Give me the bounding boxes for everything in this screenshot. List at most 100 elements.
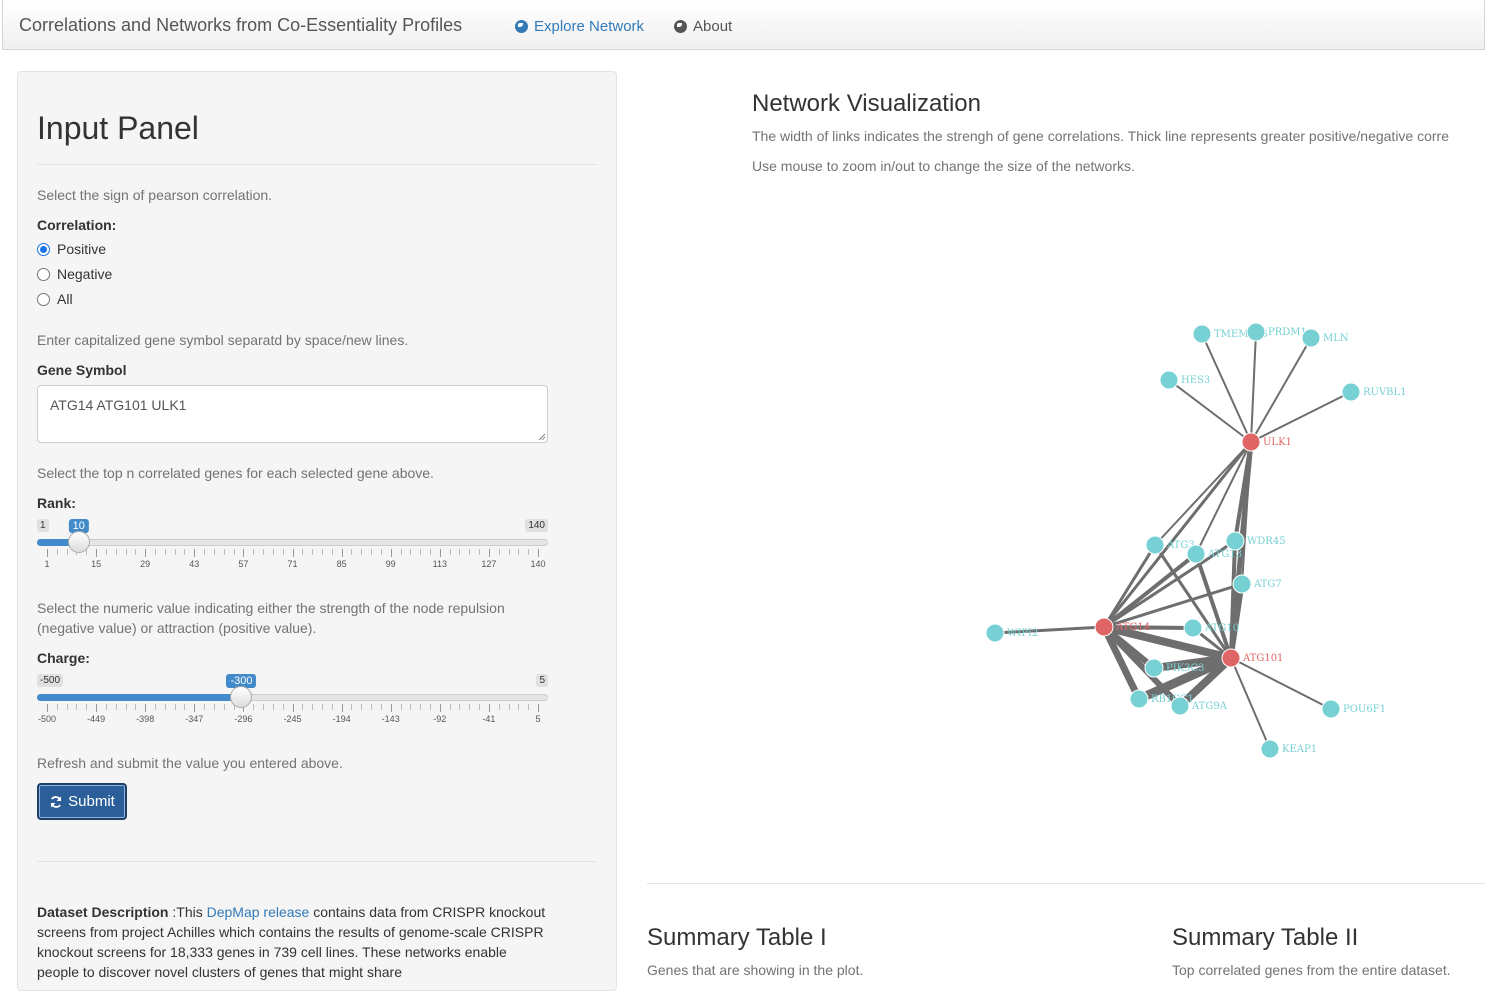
node-circle[interactable] bbox=[1145, 535, 1165, 555]
slider-handle[interactable] bbox=[67, 531, 90, 553]
slider-tick bbox=[410, 704, 412, 710]
slider-tick bbox=[115, 704, 117, 710]
radio-label: Positive bbox=[57, 241, 107, 257]
network-node[interactable]: ATG9A bbox=[1170, 696, 1228, 716]
node-circle[interactable] bbox=[985, 623, 1005, 643]
node-label: ATG7 bbox=[1253, 579, 1282, 590]
node-label: KEAP1 bbox=[1282, 744, 1317, 755]
node-label: PIK3C3 bbox=[1166, 663, 1205, 674]
slider-tick bbox=[508, 704, 510, 710]
network-node[interactable]: ATG101 bbox=[1221, 648, 1283, 668]
slider-tick-label: 57 bbox=[238, 559, 249, 569]
slider-tick-label: 71 bbox=[287, 559, 298, 569]
slider-tick bbox=[96, 704, 98, 712]
slider-tick bbox=[400, 704, 402, 710]
slider-tick bbox=[292, 549, 294, 557]
slider-tick bbox=[302, 704, 304, 710]
network-node[interactable]: POU6F1 bbox=[1321, 699, 1386, 719]
node-circle[interactable] bbox=[1183, 618, 1203, 638]
depmap-release-link[interactable]: DepMap release bbox=[207, 904, 310, 920]
nav-about-label: About bbox=[693, 18, 733, 35]
nav-explore-network[interactable]: Explore Network bbox=[515, 18, 644, 35]
submit-button[interactable]: Submit bbox=[37, 783, 127, 820]
node-circle[interactable] bbox=[1144, 658, 1164, 678]
node-circle[interactable] bbox=[1129, 689, 1149, 709]
network-node[interactable]: ULK1 bbox=[1241, 432, 1292, 452]
node-label: ATG10 bbox=[1204, 623, 1239, 634]
refresh-icon bbox=[50, 795, 62, 808]
network-node[interactable]: WDR45 bbox=[1225, 531, 1286, 551]
slider-tick bbox=[233, 549, 235, 555]
node-circle[interactable] bbox=[1341, 382, 1361, 402]
node-label: ATG9A bbox=[1191, 701, 1228, 712]
slider-tick bbox=[528, 704, 530, 710]
slider-tick bbox=[135, 549, 137, 555]
node-circle[interactable] bbox=[1246, 322, 1266, 342]
radio-button[interactable] bbox=[37, 242, 50, 256]
slider-tick bbox=[371, 704, 373, 710]
radio-button[interactable] bbox=[37, 292, 50, 306]
node-circle[interactable] bbox=[1241, 432, 1261, 452]
node-circle[interactable] bbox=[1225, 531, 1245, 551]
slider-track[interactable] bbox=[37, 539, 548, 546]
summary-table-2-help: Top correlated genes from the entire dat… bbox=[1172, 962, 1451, 978]
slider-tick-label: -245 bbox=[283, 714, 302, 724]
description-pre: :This bbox=[168, 904, 207, 920]
globe-icon bbox=[515, 20, 528, 33]
slider-tick-label: -500 bbox=[37, 714, 57, 724]
node-circle[interactable] bbox=[1192, 324, 1212, 344]
slider-tick-label: -143 bbox=[381, 714, 400, 724]
network-node[interactable]: ATG7 bbox=[1232, 574, 1282, 594]
gene-help: Enter capitalized gene symbol separatd b… bbox=[37, 332, 409, 348]
network-node[interactable]: KEAP1 bbox=[1260, 739, 1317, 759]
node-circle[interactable] bbox=[1301, 328, 1321, 348]
slider-tick bbox=[538, 549, 539, 557]
rank-slider[interactable]: 1 140 10 1 15 29 43 57 71 85 99 113 127 140 bbox=[37, 519, 548, 579]
node-circle[interactable] bbox=[1321, 699, 1341, 719]
submit-label: Submit bbox=[68, 793, 115, 810]
radio-negative[interactable]: Negative bbox=[37, 266, 112, 282]
charge-slider[interactable]: -500 5 -300 -500 -449 -398 -347 -296 -245 -194… bbox=[37, 674, 548, 734]
node-circle[interactable] bbox=[1186, 544, 1206, 564]
radio-positive[interactable]: Positive bbox=[37, 241, 106, 257]
slider-tick bbox=[223, 704, 225, 710]
network-node[interactable]: MLN bbox=[1301, 328, 1349, 348]
network-node[interactable]: RUVBL1 bbox=[1341, 382, 1407, 402]
slider-tick bbox=[105, 704, 107, 710]
network-node[interactable]: HES3 bbox=[1159, 370, 1210, 390]
input-panel: Input Panel Select the sign of pearson c… bbox=[17, 71, 617, 991]
node-circle[interactable] bbox=[1170, 696, 1190, 716]
correlation-label: Correlation: bbox=[37, 217, 117, 233]
radio-button[interactable] bbox=[37, 267, 50, 281]
node-label: WDR45 bbox=[1247, 536, 1286, 547]
network-node[interactable]: WIPI2 bbox=[985, 623, 1038, 643]
node-circle[interactable] bbox=[1260, 739, 1280, 759]
node-circle[interactable] bbox=[1159, 370, 1179, 390]
slider-tick bbox=[518, 549, 520, 555]
slider-tick bbox=[361, 549, 363, 555]
slider-tick bbox=[498, 704, 500, 710]
resize-handle-icon[interactable] bbox=[538, 433, 546, 441]
slider-tick bbox=[351, 704, 353, 710]
network-graph[interactable]: ULK1ATG14ATG101TMEM176 PRDM1MLNHES3RUVBL1… bbox=[940, 300, 1440, 780]
network-link bbox=[1103, 582, 1243, 629]
slider-tick bbox=[272, 549, 274, 555]
node-label: RUVBL1 bbox=[1363, 387, 1407, 398]
slider-tick-label: 43 bbox=[189, 559, 200, 569]
node-label: ATG101 bbox=[1242, 653, 1283, 664]
slider-tick bbox=[341, 549, 343, 557]
slider-tick-label: -92 bbox=[433, 714, 447, 724]
node-circle[interactable] bbox=[1221, 648, 1241, 668]
network-node[interactable]: PRDM1 bbox=[1246, 322, 1307, 342]
node-circle[interactable] bbox=[1094, 617, 1114, 637]
radio-all[interactable]: All bbox=[37, 291, 73, 307]
gene-symbol-input[interactable]: ATG14 ATG101 ULK1 bbox=[37, 385, 548, 443]
app-brand[interactable]: Correlations and Networks from Co-Essent… bbox=[19, 15, 462, 36]
slider-handle[interactable] bbox=[230, 686, 253, 708]
slider-tick-label: -398 bbox=[136, 714, 155, 724]
summary-table-1-help: Genes that are showing in the plot. bbox=[647, 962, 864, 978]
node-circle[interactable] bbox=[1232, 574, 1252, 594]
node-label: POU6F1 bbox=[1343, 704, 1386, 715]
slider-ticks bbox=[37, 549, 548, 557]
nav-about[interactable]: About bbox=[674, 18, 732, 35]
